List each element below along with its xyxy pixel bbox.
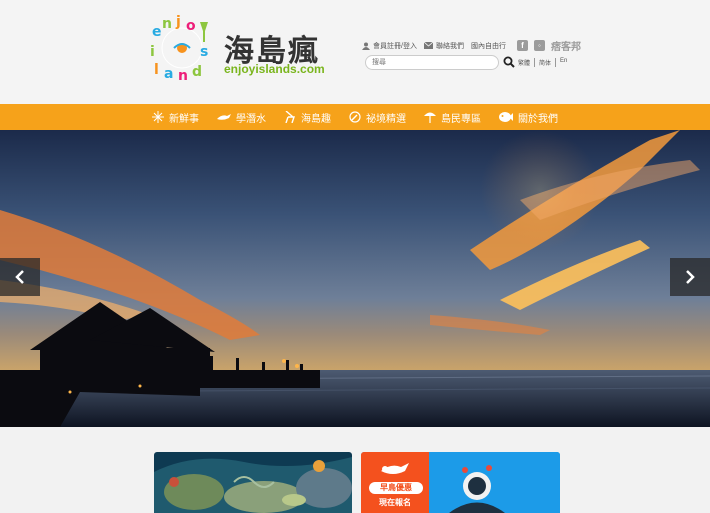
promo-badge: 早鳥優惠 bbox=[369, 482, 423, 494]
main-nav: 新鮮事 學潛水 海島趣 祕境精選 島民專區 關於我們 bbox=[0, 104, 710, 130]
promo-panel: 早鳥優惠 現在報名 bbox=[361, 452, 429, 513]
nav-item-about[interactable]: 關於我們 bbox=[499, 110, 558, 125]
logo-emblem-icon[interactable]: e n j o i s l a n d bbox=[148, 14, 216, 82]
nav-label: 海島趣 bbox=[301, 113, 331, 125]
user-icon bbox=[362, 42, 370, 50]
svg-text:d: d bbox=[192, 64, 202, 80]
domestic-travel-label: 國內自由行 bbox=[470, 42, 506, 50]
svg-text:s: s bbox=[200, 44, 208, 60]
sparkle-icon bbox=[152, 111, 164, 123]
register-now-button[interactable]: 現在報名 bbox=[361, 497, 429, 508]
chevron-right-icon bbox=[686, 270, 695, 284]
svg-text:l: l bbox=[154, 62, 159, 78]
nav-label: 新鮮事 bbox=[169, 113, 199, 125]
compass-icon bbox=[349, 111, 361, 123]
nav-item-news[interactable]: 新鮮事 bbox=[152, 110, 199, 125]
feature-card-coral[interactable] bbox=[154, 452, 352, 513]
nav-item-secret-spots[interactable]: 祕境精選 bbox=[349, 110, 406, 125]
beach-chair-icon bbox=[285, 111, 295, 123]
top-links: 會員註冊/登入 聯絡我們 國內自由行 f ◦ 痞客邦 bbox=[362, 38, 581, 53]
sunset-overwater-bungalow-image bbox=[0, 130, 710, 427]
nav-label: 島民專區 bbox=[441, 113, 481, 125]
lang-simplified[interactable]: 简体 bbox=[535, 58, 557, 67]
umbrella-icon bbox=[424, 112, 436, 123]
hero-slider[interactable] bbox=[0, 130, 710, 427]
pixnet-blog-link[interactable]: 痞客邦 bbox=[551, 38, 581, 53]
fish-icon bbox=[499, 112, 513, 122]
svg-text:a: a bbox=[164, 66, 173, 82]
chevron-left-icon bbox=[15, 270, 24, 284]
svg-text:o: o bbox=[186, 18, 196, 34]
page: e n j o i s l a n d 海島瘋 enjoyislands.com… bbox=[0, 0, 710, 513]
nav-label: 學潛水 bbox=[236, 113, 266, 125]
svg-text:j: j bbox=[175, 14, 181, 30]
svg-text:i: i bbox=[150, 44, 155, 60]
nav-label: 關於我們 bbox=[518, 113, 558, 125]
lang-english[interactable]: En bbox=[556, 58, 571, 67]
svg-text:e: e bbox=[152, 24, 162, 40]
facebook-icon[interactable]: f bbox=[516, 40, 528, 51]
nav-label: 祕境精選 bbox=[366, 113, 406, 125]
nav-item-islanders[interactable]: 島民專區 bbox=[424, 110, 481, 125]
member-login-label: 會員註冊/登入 bbox=[373, 42, 417, 50]
svg-text:n: n bbox=[162, 16, 172, 32]
coral-reef-image bbox=[154, 452, 352, 513]
promo-card-diving[interactable]: 早鳥優惠 現在報名 bbox=[361, 452, 560, 513]
slider-prev-button[interactable] bbox=[0, 258, 40, 296]
search-input[interactable] bbox=[365, 55, 499, 70]
nav-item-diving[interactable]: 學潛水 bbox=[217, 110, 266, 125]
member-login-link[interactable]: 會員註冊/登入 bbox=[362, 41, 417, 51]
social-links: f ◦ 痞客邦 bbox=[516, 38, 581, 53]
search-icon[interactable] bbox=[503, 56, 515, 68]
contact-label: 聯絡我們 bbox=[435, 42, 464, 50]
contact-link[interactable]: 聯絡我們 bbox=[423, 41, 464, 51]
mail-icon bbox=[423, 42, 433, 49]
brand-subtitle[interactable]: enjoyislands.com bbox=[224, 62, 325, 76]
slider-next-button[interactable] bbox=[670, 258, 710, 296]
language-switcher: 繁體 简体 En bbox=[518, 58, 571, 67]
line-icon[interactable]: ◦ bbox=[533, 40, 545, 51]
diver-icon bbox=[381, 463, 409, 474]
lang-traditional[interactable]: 繁體 bbox=[518, 58, 536, 67]
svg-text:n: n bbox=[178, 68, 188, 82]
domestic-travel-link[interactable]: 國內自由行 bbox=[471, 41, 506, 51]
diver-photo-image bbox=[429, 452, 560, 513]
nav-item-island-fun[interactable]: 海島趣 bbox=[284, 110, 331, 125]
site-header: e n j o i s l a n d 海島瘋 enjoyislands.com… bbox=[0, 0, 710, 104]
diver-icon bbox=[217, 114, 231, 120]
